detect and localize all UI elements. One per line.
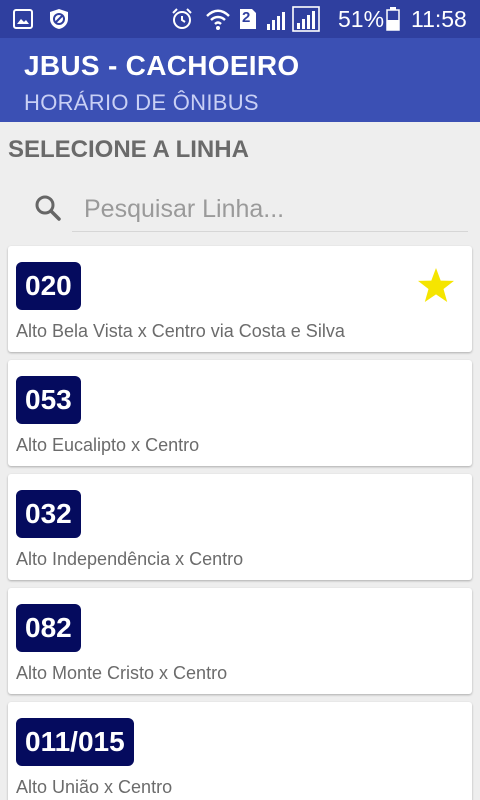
line-number-badge: 082 — [16, 604, 81, 652]
alarm-icon — [170, 7, 194, 31]
line-route: Alto União x Centro — [16, 777, 173, 797]
signal-icon — [292, 6, 320, 32]
line-card[interactable]: 011/015 Alto União x Centro — [8, 702, 472, 800]
line-route: Alto Independência x Centro — [16, 549, 244, 569]
block-icon — [48, 7, 70, 31]
signal-icon — [266, 7, 290, 31]
clock: 11:58 — [411, 6, 467, 32]
section-title: SELECIONE A LINHA — [8, 136, 249, 163]
search-input[interactable] — [72, 188, 468, 232]
line-card[interactable]: 020 Alto Bela Vista x Centro via Costa e… — [8, 246, 472, 352]
battery-icon — [386, 7, 400, 31]
line-number-badge: 032 — [16, 490, 81, 538]
gallery-icon — [12, 7, 34, 31]
line-route: Alto Bela Vista x Centro via Costa e Sil… — [16, 321, 345, 341]
line-number-badge: 020 — [16, 262, 81, 310]
line-card[interactable]: 053 Alto Eucalipto x Centro — [8, 360, 472, 466]
line-list: 020 Alto Bela Vista x Centro via Costa e… — [8, 246, 472, 800]
app-subtitle: HORÁRIO DE ÔNIBUS — [24, 90, 259, 115]
search-icon[interactable] — [32, 192, 64, 224]
line-route: Alto Eucalipto x Centro — [16, 435, 200, 455]
favorite-star-icon[interactable] — [416, 266, 456, 306]
line-card[interactable]: 032 Alto Independência x Centro — [8, 474, 472, 580]
wifi-icon — [204, 7, 232, 31]
search-bar — [28, 184, 468, 236]
app-title: JBUS - CACHOEIRO — [24, 50, 300, 81]
line-route: Alto Monte Cristo x Centro — [16, 663, 228, 683]
line-number-badge: 011/015 — [16, 718, 134, 766]
sim-2-icon: 2 — [238, 7, 258, 31]
battery-percent: 51% — [338, 6, 385, 32]
status-bar: 2 51% 11:58 — [0, 0, 480, 38]
line-card[interactable]: 082 Alto Monte Cristo x Centro — [8, 588, 472, 694]
app-bar: JBUS - CACHOEIRO HORÁRIO DE ÔNIBUS — [0, 38, 480, 122]
line-number-badge: 053 — [16, 376, 81, 424]
